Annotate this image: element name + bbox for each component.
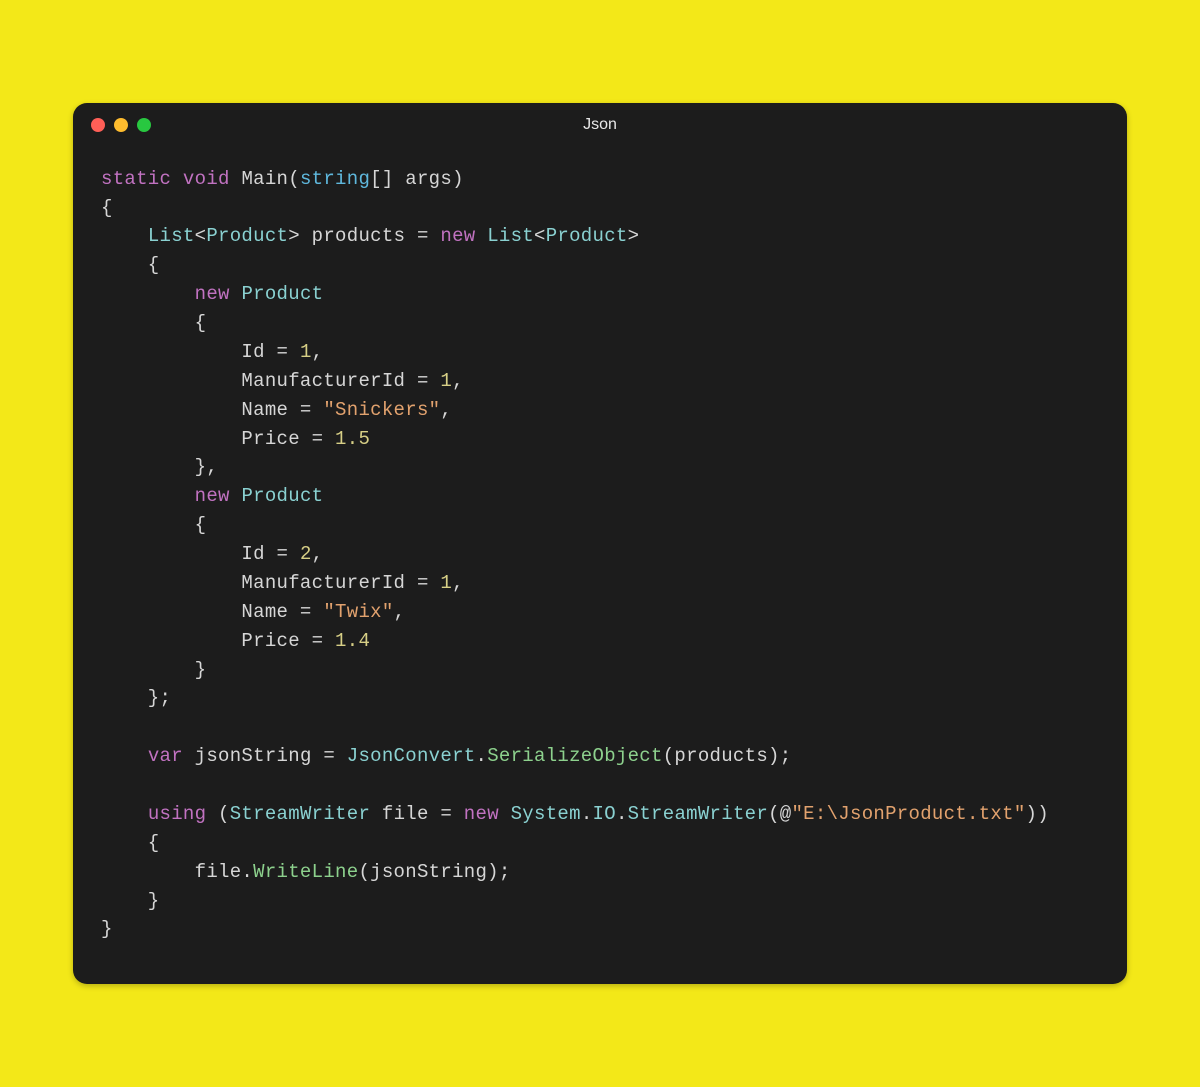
punct: > [628,225,640,247]
brace: } [101,890,160,912]
type-string: string [300,168,370,190]
num: 1 [440,370,452,392]
space [230,485,242,507]
brace: } [101,918,113,940]
brace: }, [101,456,218,478]
brace: { [101,197,113,219]
punct: (@ [768,803,791,825]
type-list: List [148,225,195,247]
punct: , [440,399,452,421]
zoom-icon[interactable] [137,118,151,132]
keyword-new: new [440,225,475,247]
space [230,283,242,305]
num: 1 [440,572,452,594]
brace: { [101,254,160,276]
num: 2 [300,543,312,565]
punct: > products = [288,225,440,247]
keyword-using: using [148,803,207,825]
prop-name: Name = [101,399,323,421]
keyword-new: new [195,283,230,305]
punct: , [312,341,324,363]
type-product: Product [241,485,323,507]
punct: . [616,803,628,825]
type-streamwriter: StreamWriter [230,803,370,825]
indent [101,803,148,825]
indent [101,745,148,767]
punct: ( [288,168,300,190]
punct: , [394,601,406,623]
string: "Twix" [323,601,393,623]
punct: jsonString = [183,745,347,767]
num: 1.4 [335,630,370,652]
prop-mfr: ManufacturerId = [101,370,440,392]
space [475,225,487,247]
window-title: Json [73,116,1127,134]
punct: file. [101,861,253,883]
window-controls [91,118,151,132]
prop-id: Id = [101,341,300,363]
punct: , [452,572,464,594]
punct: , [312,543,324,565]
titlebar: Json [73,103,1127,147]
prop-price: Price = [101,428,335,450]
code-window: Json static void Main(string[] args) { L… [73,103,1127,985]
brace: } [101,659,206,681]
string: "Snickers" [323,399,440,421]
brace: }; [101,687,171,709]
type-list: List [487,225,534,247]
punct: ( [206,803,229,825]
prop-price: Price = [101,630,335,652]
space [499,803,511,825]
num: 1 [300,341,312,363]
type-streamwriter: StreamWriter [628,803,768,825]
keyword-new: new [195,485,230,507]
punct: (jsonString); [358,861,510,883]
prop-mfr: ManufacturerId = [101,572,440,594]
punct: , [452,370,464,392]
method-writeline: WriteLine [253,861,358,883]
punct: (products); [663,745,792,767]
keyword-new: new [464,803,499,825]
brace: { [101,832,160,854]
punct: . [581,803,593,825]
punct: file = [370,803,464,825]
string-path: "E:\JsonProduct.txt" [791,803,1025,825]
close-icon[interactable] [91,118,105,132]
indent [101,225,148,247]
type-product: Product [546,225,628,247]
minimize-icon[interactable] [114,118,128,132]
type-product: Product [241,283,323,305]
num: 1.5 [335,428,370,450]
type-system: System [511,803,581,825]
method-serialize: SerializeObject [487,745,663,767]
type-io: IO [593,803,616,825]
brace: { [101,514,206,536]
punct: [] args) [370,168,464,190]
punct: )) [1026,803,1049,825]
punct: < [195,225,207,247]
brace: { [101,312,206,334]
keyword-var: var [148,745,183,767]
indent [101,485,195,507]
fn-main: Main [241,168,288,190]
type-product: Product [206,225,288,247]
punct: < [534,225,546,247]
indent [101,283,195,305]
keyword-void: void [183,168,230,190]
code-block: static void Main(string[] args) { List<P… [73,147,1127,985]
keyword-static: static [101,168,171,190]
prop-id: Id = [101,543,300,565]
prop-name: Name = [101,601,323,623]
punct: . [475,745,487,767]
type-jsonconvert: JsonConvert [347,745,476,767]
